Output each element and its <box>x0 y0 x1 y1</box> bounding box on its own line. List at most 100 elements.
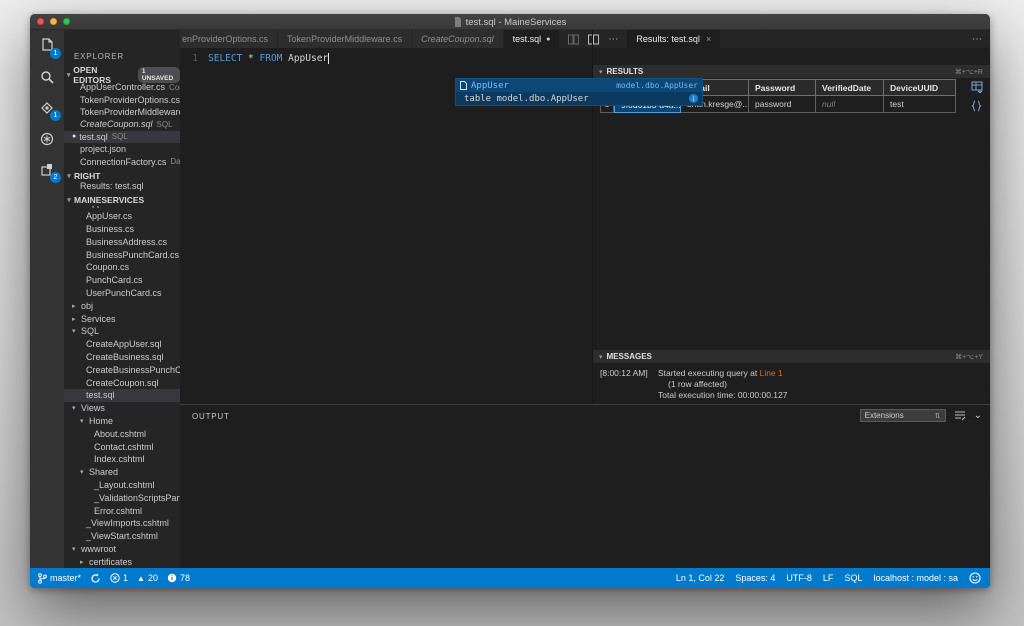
sync-status[interactable] <box>90 573 101 584</box>
tree-folder-item[interactable]: ▸obj <box>64 299 180 312</box>
tree-item-label: _Layout.cshtml <box>94 480 155 490</box>
tree-item-label: Views <box>81 403 105 413</box>
chevron-down-icon: ▾ <box>80 417 87 425</box>
tree-folder-item[interactable]: ▾Views <box>64 402 180 415</box>
tab-createcoupon[interactable]: CreateCoupon.sql <box>412 30 504 48</box>
tree-file-item[interactable]: Error.cshtml <box>64 504 180 517</box>
info-count[interactable]: 78 <box>167 573 190 583</box>
unsaved-badge: 1 UNSAVED <box>138 67 180 83</box>
save-as-csv-icon[interactable] <box>971 81 983 93</box>
tree-item-label: Services <box>81 314 116 324</box>
tab-results-testsql[interactable]: Results: test.sql × <box>627 30 721 48</box>
search-icon[interactable] <box>30 61 64 92</box>
tree-file-item[interactable]: PunchCard.cs <box>64 274 180 287</box>
open-editor-item[interactable]: TokenProviderOptions.cs <box>64 93 180 105</box>
project-section-header[interactable]: ▾ MAINESERVICES <box>64 193 180 206</box>
close-tab-icon[interactable]: × <box>706 34 711 44</box>
tree-file-item[interactable]: Index.cshtml <box>64 453 180 466</box>
file-type-suffix: Data <box>170 157 180 166</box>
grid-cell[interactable]: test <box>884 96 956 113</box>
close-panel-chevron-icon[interactable]: ⌄ <box>974 410 982 421</box>
tree-folder-item[interactable]: ▸Services <box>64 312 180 325</box>
open-editor-item[interactable]: ●test.sqlSQL <box>64 131 180 143</box>
tree-item-label: About.cshtml <box>94 429 146 439</box>
tree-folder-item[interactable]: ▾Home <box>64 415 180 428</box>
twistie-icon: ▾ <box>599 68 603 76</box>
tree-folder-item[interactable]: ▾wwwroot <box>64 543 180 556</box>
explorer-icon[interactable]: 1 <box>30 30 64 61</box>
status-item[interactable]: UTF-8 <box>786 573 812 583</box>
more-actions-icon[interactable]: ⋯ <box>972 34 982 45</box>
tree-folder-item[interactable]: ▾Shared <box>64 466 180 479</box>
open-editor-item[interactable]: project.json <box>64 143 180 155</box>
open-editors-header[interactable]: ▾ OPEN EDITORS 1 UNSAVED <box>64 68 180 81</box>
status-item[interactable]: LF <box>823 573 834 583</box>
tree-folder-item[interactable]: ▸certificates <box>64 555 180 568</box>
git-branch-status[interactable]: master* <box>38 573 81 584</box>
feedback-smiley-icon[interactable] <box>969 572 981 584</box>
tree-file-item[interactable]: CreateCoupon.sql <box>64 376 180 389</box>
grid-save-actions <box>971 81 983 112</box>
sql-editor[interactable]: 1 SELECT * FROM AppUser AppUser model.db… <box>180 48 592 404</box>
suggestion-item-selected[interactable]: AppUser model.dbo.AppUser <box>456 79 702 92</box>
output-channel-select[interactable]: Extensions ⇅ <box>860 409 946 422</box>
file-type-suffix: SQL <box>112 132 128 141</box>
open-editor-item[interactable]: CreateCoupon.sqlSQL <box>64 118 180 130</box>
tab-testsql[interactable]: test.sql● <box>504 30 561 48</box>
source-control-icon[interactable]: 1 <box>30 92 64 123</box>
chevron-right-icon: ▸ <box>72 302 79 310</box>
info-icon: i <box>689 94 698 103</box>
tree-file-item[interactable]: BusinessPunchCard.cs <box>64 248 180 261</box>
line-link[interactable]: Line 1 <box>760 368 783 378</box>
tree-file-item[interactable]: _ViewImports.cshtml <box>64 517 180 530</box>
tree-file-item[interactable]: Contact.cshtml <box>64 440 180 453</box>
tree-file-item[interactable]: _Layout.cshtml <box>64 479 180 492</box>
column-header[interactable]: DeviceUUID <box>884 79 956 96</box>
title-bar[interactable]: test.sql - MaineServices <box>30 14 990 30</box>
extensions-icon[interactable]: 2 <box>30 154 64 185</box>
open-editor-item[interactable]: TokenProviderMiddleware... <box>64 106 180 118</box>
tree-folder-item[interactable]: ▾SQL <box>64 325 180 338</box>
tree-file-item[interactable]: Business.cs <box>64 223 180 236</box>
status-item[interactable]: Spaces: 4 <box>735 573 775 583</box>
tree-file-item[interactable]: _ViewStart.cshtml <box>64 530 180 543</box>
tab-tokenprovidermiddleware[interactable]: TokenProviderMiddleware.cs <box>278 30 412 48</box>
more-actions-icon[interactable]: ⋯ <box>608 34 618 45</box>
tree-file-item[interactable]: CreateAppUser.sql <box>64 338 180 351</box>
tree-file-item[interactable]: _ValidationScriptsPart... <box>64 491 180 504</box>
tree-file-item[interactable]: AppUser.cs <box>64 210 180 223</box>
clear-output-icon[interactable] <box>954 410 966 421</box>
tree-item-label: AppUser.cs <box>86 211 132 221</box>
status-item[interactable]: SQL <box>844 573 862 583</box>
error-count[interactable]: 1 <box>110 573 128 583</box>
status-item[interactable]: Ln 1, Col 22 <box>676 573 725 583</box>
tab-tokenprovideroptions[interactable]: enProviderOptions.cs <box>180 30 278 48</box>
save-as-json-icon[interactable] <box>971 100 983 112</box>
tree-file-item[interactable]: CreateBusiness.sql <box>64 351 180 364</box>
results-section-header[interactable]: ▾ RESULTS ⌘+⌥+R <box>592 65 990 78</box>
editor-layout-icon[interactable] <box>588 34 599 45</box>
debug-icon[interactable] <box>30 123 64 154</box>
output-panel-title[interactable]: OUTPUT <box>192 412 230 421</box>
window-title: test.sql - MaineServices <box>30 14 990 30</box>
tree-file-item[interactable]: CreateBusinessPunchC... <box>64 363 180 376</box>
tree-item-label: BusinessAddress.cs <box>86 237 167 247</box>
tree-file-item[interactable]: About.cshtml <box>64 427 180 440</box>
messages-section-header[interactable]: ▾ MESSAGES ⌘+⌥+Y <box>592 350 990 363</box>
git-branch-icon <box>38 573 47 584</box>
tree-file-item[interactable]: BusinessAddress.cs <box>64 235 180 248</box>
chevron-down-icon: ▾ <box>80 468 87 476</box>
column-header[interactable]: Password <box>749 79 816 96</box>
column-header[interactable]: VerifiedDate <box>816 79 884 96</box>
grid-cell[interactable]: password <box>749 96 816 113</box>
warning-count[interactable]: ▲ 20 <box>137 573 158 583</box>
open-editor-item[interactable]: ConnectionFactory.csData <box>64 155 180 167</box>
tree-file-item[interactable]: UserPunchCard.cs <box>64 287 180 300</box>
split-editor-icon[interactable] <box>568 34 579 45</box>
chevron-down-icon: ▾ <box>72 327 79 335</box>
status-item[interactable]: localhost : model : sa <box>873 573 958 583</box>
grid-cell[interactable]: null <box>816 96 884 113</box>
tree-file-item[interactable]: test.sql <box>64 389 180 402</box>
right-section-header[interactable]: ▾ RIGHT <box>64 169 180 182</box>
tree-file-item[interactable]: Coupon.cs <box>64 261 180 274</box>
